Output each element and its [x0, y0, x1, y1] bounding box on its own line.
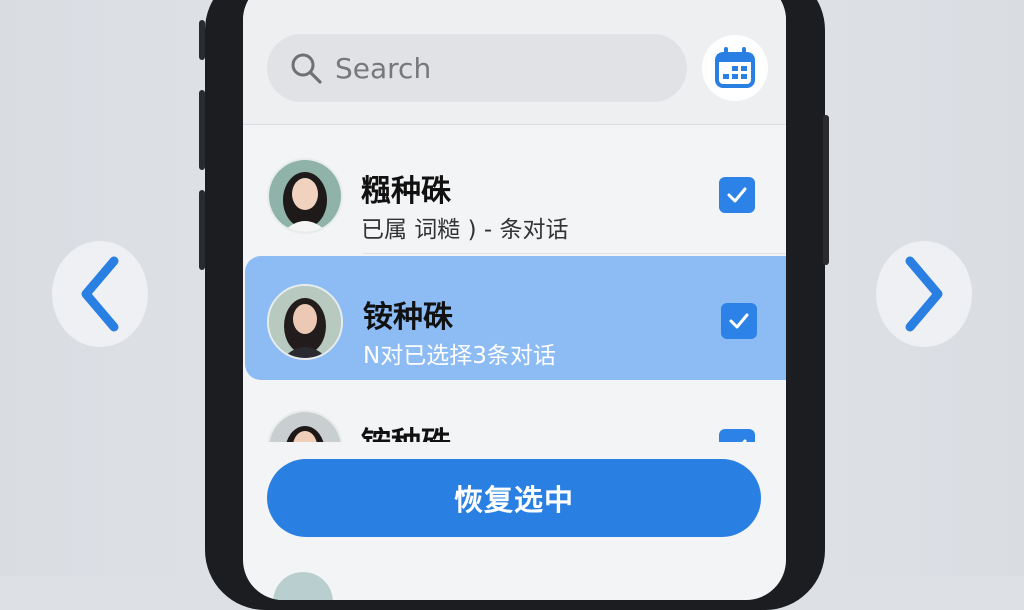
next-button[interactable] [876, 241, 972, 347]
avatar [267, 410, 343, 442]
avatar-image [269, 412, 341, 442]
conversation-row-selected[interactable]: 铵种硃 N对已选择3条对话 [245, 256, 786, 380]
check-icon [727, 187, 747, 203]
contact-name: 铵种硃 [361, 418, 451, 442]
contact-name: 糨种硃 [361, 174, 451, 209]
conversation-row[interactable]: 铵种硃 [243, 382, 786, 442]
conversation-subtitle: N对已选择3条对话 [363, 343, 556, 369]
row-checkbox[interactable] [719, 429, 755, 442]
avatar-image [269, 160, 341, 232]
chevron-right-icon [905, 256, 943, 332]
conversation-subtitle: 已属 词糙 ) - 条对话 [361, 217, 569, 243]
calendar-button[interactable] [702, 35, 768, 101]
phone-screen: Search 糨种硃 已属 词糙) - 条对话 铵种硃 N对已选择3条对话 恢… [243, 0, 786, 600]
phone-side-button [199, 90, 205, 170]
phone-side-button [199, 20, 205, 60]
search-placeholder: Search [335, 51, 432, 85]
phone-side-button [823, 115, 829, 265]
search-icon [291, 53, 322, 84]
check-icon [729, 313, 749, 329]
avatar [267, 284, 343, 360]
check-icon [742, 439, 747, 442]
row-divider [363, 253, 786, 254]
avatar [273, 572, 333, 600]
row-checkbox[interactable] [719, 177, 755, 213]
phone-side-button [199, 190, 205, 270]
row-checkbox[interactable] [721, 303, 757, 339]
header-bar: Search [243, 0, 786, 125]
contact-name: 铵种硃 [363, 300, 453, 335]
avatar [267, 158, 343, 234]
chevron-left-icon [81, 256, 119, 332]
restore-selected-button[interactable]: 恢复选中 [267, 459, 761, 537]
conversation-row[interactable]: 糨种硃 已属 词糙 ) - 条对话 [243, 130, 786, 254]
avatar-image [269, 286, 341, 358]
previous-button[interactable] [52, 241, 148, 347]
calendar-icon [715, 47, 755, 88]
search-input[interactable]: Search [267, 34, 687, 102]
